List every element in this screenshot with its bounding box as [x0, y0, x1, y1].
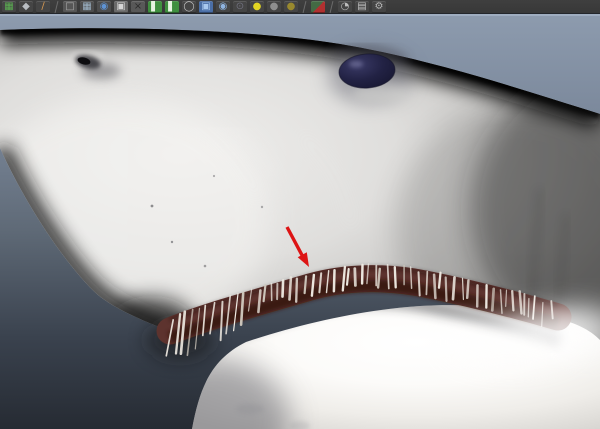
- toolbar: ▦ ◆ ∕ □ ▦ ◉ ▣ × ▌ ▌ ◯ ▣ ◉ ⊙ ● ● ● ◔ ▤ ⚙: [0, 0, 600, 14]
- view-plane-snap-icon[interactable]: ×: [131, 1, 145, 13]
- render-view-icon[interactable]: ◯: [182, 1, 196, 13]
- list-input-icon[interactable]: □: [63, 1, 77, 13]
- texture-view-icon[interactable]: ▣: [199, 1, 213, 13]
- light-sphere-icon[interactable]: ●: [250, 1, 264, 13]
- grid-snap-icon[interactable]: ▦: [80, 1, 94, 13]
- viewport[interactable]: [0, 14, 600, 429]
- tool-settings-icon[interactable]: ⚙: [372, 1, 386, 13]
- ipr-render-icon[interactable]: ⊙: [233, 1, 247, 13]
- script-editor-icon[interactable]: ▤: [355, 1, 369, 13]
- point-snap-icon[interactable]: ▣: [114, 1, 128, 13]
- snap-magnet-icon[interactable]: ∕: [36, 1, 50, 13]
- poly-cube-icon[interactable]: ◆: [19, 1, 33, 13]
- curve-snap-icon[interactable]: ◉: [97, 1, 111, 13]
- toolbar-separator: [53, 1, 60, 13]
- textured-sphere-icon[interactable]: ●: [284, 1, 298, 13]
- viewport-canvas[interactable]: [0, 14, 600, 429]
- shaded-sphere-icon[interactable]: ●: [267, 1, 281, 13]
- save-scene-icon[interactable]: ▦: [2, 1, 16, 13]
- paint-select-icon[interactable]: [311, 1, 325, 13]
- eye: [328, 45, 412, 104]
- toolbar-separator: [328, 1, 335, 13]
- viewport-top-highlight: [0, 14, 600, 16]
- render-frame-icon[interactable]: ◉: [216, 1, 230, 13]
- clock-icon[interactable]: ◔: [338, 1, 352, 13]
- playback-toggle-icon[interactable]: ▌: [165, 1, 179, 13]
- history-toggle-icon[interactable]: ▌: [148, 1, 162, 13]
- toolbar-separator: [301, 1, 308, 13]
